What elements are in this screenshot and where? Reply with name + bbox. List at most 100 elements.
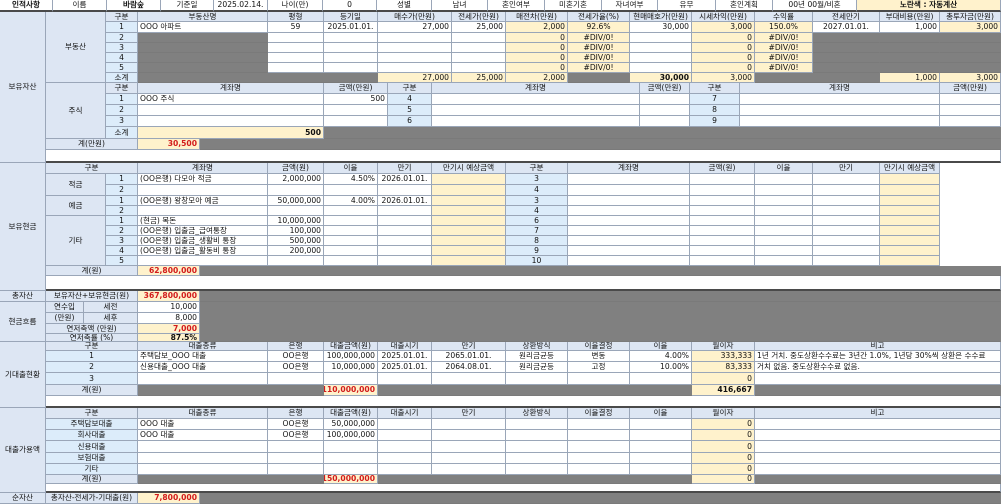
stock-row-cell[interactable] (940, 105, 1001, 116)
cash-row-cell[interactable] (568, 246, 690, 256)
avail-head-cell[interactable]: 비고 (755, 408, 1001, 419)
cash-row-cell[interactable]: 200,000 (268, 246, 324, 256)
cash-row-cell[interactable] (568, 216, 690, 226)
cash-row-cell[interactable] (880, 246, 940, 256)
stock-row-cell[interactable]: 7 (690, 94, 740, 105)
cash-row-cell[interactable] (378, 226, 432, 236)
header-cell[interactable]: 인적사항 (0, 0, 53, 12)
cash-row-cell[interactable]: (OO은행) 입출금_급여통장 (138, 226, 268, 236)
cash-row-cell[interactable] (378, 185, 432, 196)
avail-row-cell[interactable] (506, 464, 568, 475)
cash-row-cell[interactable]: 1 (106, 196, 138, 206)
loan-row-cell[interactable]: 2025.01.01. (378, 362, 432, 373)
header-cell[interactable]: 남녀 (432, 0, 488, 12)
stock-row-cell[interactable]: 3 (106, 116, 138, 127)
cash-row-cell[interactable]: 3 (106, 236, 138, 246)
header-cell[interactable]: 혼인여부 (488, 0, 545, 12)
cash-head-cell[interactable]: 구분 (506, 163, 568, 174)
flow-income[interactable]: 연수입 (46, 302, 84, 313)
stock-total-value[interactable]: 500 (138, 127, 324, 139)
re-row-cell[interactable] (378, 43, 452, 53)
avail-row-cell[interactable] (506, 453, 568, 464)
re-total-profit[interactable]: 3,000 (692, 73, 755, 83)
re-row-cell[interactable]: 3,000 (940, 22, 1001, 33)
cash-row-cell[interactable] (813, 196, 880, 206)
avail-row-cell[interactable]: 50,000,000 (324, 419, 378, 430)
cash-row-cell[interactable] (324, 246, 378, 256)
cash-head-cell[interactable]: 금액(원) (690, 163, 755, 174)
stock-row-cell[interactable] (640, 105, 690, 116)
re-row-cell[interactable]: 5 (106, 63, 138, 73)
re-head-cell[interactable]: 총투자금(만원) (940, 12, 1001, 22)
cash-row-cell[interactable] (378, 216, 432, 226)
re-total-current[interactable]: 30,000 (630, 73, 692, 83)
cash-row-cell[interactable] (568, 185, 690, 196)
cash-row-cell[interactable]: (현금) 목돈 (138, 216, 268, 226)
loan-group-label[interactable]: 기대출현황 (0, 342, 46, 408)
re-row-cell[interactable] (324, 33, 378, 43)
re-row-cell[interactable] (268, 33, 324, 43)
cash-row-cell[interactable]: (OO은행) 입출금_활동비 통장 (138, 246, 268, 256)
re-row-cell[interactable] (630, 63, 692, 73)
cash-row-cell[interactable] (432, 196, 506, 206)
loan-row-cell[interactable]: 3 (46, 373, 138, 385)
avail-head-cell[interactable]: 은행 (268, 408, 324, 419)
re-row-cell[interactable] (324, 53, 378, 63)
flow-save-value[interactable]: 7,000 (138, 324, 200, 334)
re-row-cell[interactable]: 0 (692, 63, 755, 73)
re-total-blank[interactable] (755, 73, 880, 83)
stock-row-cell[interactable] (640, 116, 690, 127)
re-row-cell[interactable] (880, 63, 940, 73)
loan-head-cell[interactable]: 비고 (755, 342, 1001, 351)
re-row-cell[interactable] (880, 33, 940, 43)
cash-row-cell[interactable] (690, 174, 755, 185)
re-row-cell[interactable]: 59 (268, 22, 324, 33)
re-row-cell[interactable]: 92.6% (568, 22, 630, 33)
re-head-cell[interactable]: 전세만기 (813, 12, 880, 22)
stock-row-cell[interactable] (138, 105, 324, 116)
cash-row-cell[interactable]: 4.50% (324, 174, 378, 185)
loan-row-cell[interactable]: 10,000,000 (324, 362, 378, 373)
avail-total-label[interactable]: 계(원) (46, 475, 138, 484)
avail-head-cell[interactable]: 이율 (630, 408, 692, 419)
avail-row-cell[interactable] (378, 441, 432, 453)
net-value[interactable]: 367,800,000 (138, 291, 200, 302)
re-row-cell[interactable] (880, 53, 940, 63)
stock-row-cell[interactable]: 8 (690, 105, 740, 116)
re-head-cell[interactable]: 등기일 (324, 12, 378, 22)
header-cell[interactable]: 노란색 : 자동계산 (857, 0, 1001, 12)
re-row-cell[interactable]: 0 (506, 53, 568, 63)
re-row-cell[interactable]: 3,000 (692, 22, 755, 33)
re-row-cell[interactable] (940, 43, 1001, 53)
avail-group-label[interactable]: 대출가용액 (0, 408, 46, 493)
cash-row-cell[interactable]: 4 (506, 206, 568, 216)
re-total-gap[interactable]: 2,000 (506, 73, 568, 83)
avail-total-blank[interactable] (138, 475, 324, 484)
loan-row-cell[interactable]: 주택담보_OOO 대출 (138, 351, 268, 362)
stock-row-cell[interactable]: 6 (388, 116, 432, 127)
cash-row-cell[interactable] (690, 236, 755, 246)
loan-row-cell[interactable]: 2 (46, 362, 138, 373)
avail-row-cell[interactable]: OOO 대출 (138, 430, 268, 441)
loan-row-cell[interactable]: 100,000,000 (324, 351, 378, 362)
cash-row-cell[interactable]: 3 (506, 196, 568, 206)
loan-interest-total[interactable]: 416,667 (692, 385, 755, 396)
cash-row-cell[interactable] (813, 185, 880, 196)
loan-row-cell[interactable]: 2065.01.01. (432, 351, 506, 362)
re-row-cell[interactable]: 30,000 (630, 22, 692, 33)
net-desc[interactable]: 보유자산+보유현금(원) (46, 291, 138, 302)
assets-sum-value[interactable]: 30,500 (138, 139, 200, 150)
cash-head-cell[interactable]: 구분 (46, 163, 138, 174)
re-row-cell[interactable] (452, 43, 506, 53)
stock-row-cell[interactable]: 1 (106, 94, 138, 105)
avail-row-cell[interactable] (506, 430, 568, 441)
final-blank[interactable] (200, 493, 1001, 504)
loan-head-cell[interactable]: 대출종류 (138, 342, 268, 351)
re-row-cell[interactable]: 1 (106, 22, 138, 33)
cash-row-cell[interactable] (324, 206, 378, 216)
cash-row-cell[interactable]: 4.00% (324, 196, 378, 206)
cash-row-cell[interactable] (432, 216, 506, 226)
avail-row-cell[interactable]: 100,000,000 (324, 430, 378, 441)
re-total-blank[interactable] (138, 73, 378, 83)
cash-row-cell[interactable] (568, 236, 690, 246)
